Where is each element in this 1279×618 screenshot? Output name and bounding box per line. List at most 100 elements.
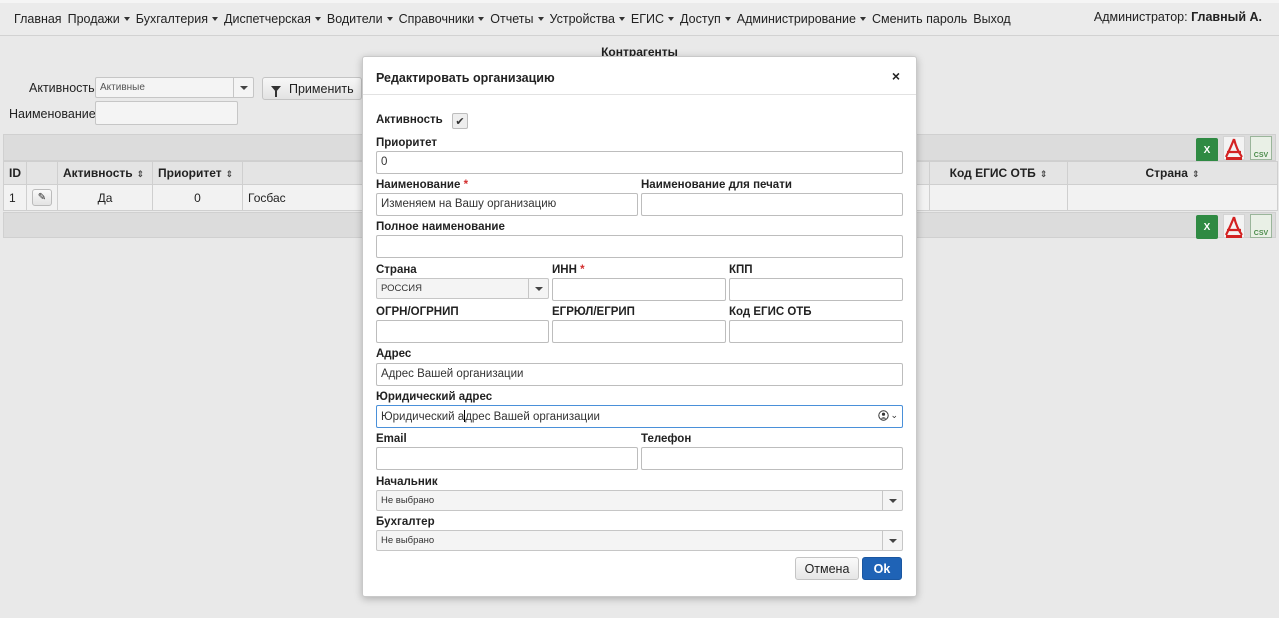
country-value: РОССИЯ: [381, 283, 422, 294]
legal-address-text-end: дрес Вашей организации: [465, 411, 600, 423]
excel-export-icon[interactable]: X: [1196, 138, 1218, 162]
name-label: Наименование *: [376, 179, 468, 191]
kpp-label: КПП: [729, 264, 753, 276]
chief-label: Начальник: [376, 476, 438, 488]
ok-button[interactable]: Ok: [862, 557, 902, 580]
chevron-down-icon: [882, 531, 902, 550]
column-header-id[interactable]: ID: [3, 161, 27, 185]
menu-devices[interactable]: Устройства: [550, 12, 625, 26]
checkmark-icon: ✔: [455, 115, 465, 128]
excel-export-label: X: [1203, 221, 1211, 233]
cell-egis: [929, 184, 1068, 211]
csv-export-label: CSV: [1253, 230, 1269, 237]
active-label: Активность: [376, 114, 443, 126]
menu-sales-label: Продажи: [67, 12, 120, 26]
column-header-actions: [26, 161, 58, 185]
menu-change-password[interactable]: Сменить пароль: [872, 12, 967, 26]
filter-activity-select[interactable]: Активные: [95, 77, 254, 98]
caret-down-icon: [537, 17, 544, 21]
menu-administration-label: Администрирование: [736, 12, 856, 26]
menu-egis-label: ЕГИС: [630, 12, 665, 26]
egis-label: Код ЕГИС ОТБ: [729, 306, 812, 318]
column-header-activity[interactable]: Активность ⇕: [57, 161, 153, 185]
phone-input[interactable]: [641, 447, 903, 470]
cancel-button[interactable]: Отмена: [795, 557, 859, 580]
sort-icon: ⇕: [1039, 169, 1048, 179]
column-header-id-label: ID: [9, 166, 21, 180]
close-icon[interactable]: ×: [892, 68, 900, 84]
chevron-down-icon: [528, 279, 548, 298]
column-header-country-label: Страна: [1145, 166, 1188, 180]
edit-icon[interactable]: ✎: [32, 189, 52, 206]
menu-drivers[interactable]: Водители: [327, 12, 393, 26]
egis-input[interactable]: [729, 320, 903, 343]
legal-address-input[interactable]: Юридический адрес Вашей организации ⌄: [376, 405, 903, 428]
dialog-header: Редактировать организацию ×: [363, 57, 916, 95]
sort-icon: ⇕: [1191, 169, 1200, 179]
cell-actions: ✎: [26, 184, 58, 211]
chief-select[interactable]: Не выбрано: [376, 490, 903, 511]
column-header-priority-label: Приоритет: [158, 166, 222, 180]
kpp-input[interactable]: [729, 278, 903, 301]
address-input[interactable]: Адрес Вашей организации: [376, 363, 903, 386]
filter-icon: [271, 85, 281, 97]
required-mark: *: [463, 179, 469, 191]
caret-down-icon: [618, 17, 625, 21]
csv-export-icon[interactable]: CSV: [1250, 214, 1272, 238]
menu-administration[interactable]: Администрирование: [737, 12, 866, 26]
filter-name-label: Наименование: [9, 107, 96, 121]
menu-home-label: Главная: [14, 12, 62, 26]
legal-address-label: Юридический адрес: [376, 391, 493, 403]
active-checkbox[interactable]: ✔: [452, 113, 468, 129]
menu-access-label: Доступ: [680, 12, 721, 26]
inn-input[interactable]: [552, 278, 726, 301]
address-label: Адрес: [376, 348, 412, 360]
print-name-input[interactable]: [641, 193, 903, 216]
menu-access[interactable]: Доступ: [680, 12, 731, 26]
dialog-title: Редактировать организацию: [376, 71, 555, 85]
csv-export-label: CSV: [1253, 152, 1269, 159]
menu-sales[interactable]: Продажи: [68, 12, 130, 26]
chevron-down-icon: [233, 78, 253, 97]
csv-export-icon[interactable]: CSV: [1250, 136, 1272, 160]
egrul-input[interactable]: [552, 320, 726, 343]
menu-references-label: Справочники: [398, 12, 475, 26]
full-name-input[interactable]: [376, 235, 903, 258]
menu-home[interactable]: Главная: [14, 12, 62, 26]
menu-egis[interactable]: ЕГИС: [630, 12, 675, 26]
menu-dispatch[interactable]: Диспетчерская: [224, 12, 321, 26]
name-input[interactable]: Изменяем на Вашу организацию: [376, 193, 638, 216]
pdf-export-icon[interactable]: [1223, 136, 1245, 160]
pdf-export-icon[interactable]: [1223, 214, 1245, 238]
top-navbar: Главная Продажи Бухгалтерия Диспетчерска…: [0, 0, 1279, 36]
accountant-select[interactable]: Не выбрано: [376, 530, 903, 551]
excel-export-icon[interactable]: X: [1196, 215, 1218, 239]
menu-reports[interactable]: Отчеты: [490, 12, 544, 26]
menu-change-password-label: Сменить пароль: [871, 12, 968, 26]
email-input[interactable]: [376, 447, 638, 470]
column-header-egis-label: Код ЕГИС ОТБ: [949, 166, 1036, 180]
caret-down-icon: [386, 17, 393, 21]
column-header-country[interactable]: Страна ⇕: [1067, 161, 1278, 185]
ogrn-input[interactable]: [376, 320, 549, 343]
country-select[interactable]: РОССИЯ: [376, 278, 549, 299]
menu-devices-label: Устройства: [549, 12, 615, 26]
email-label: Email: [376, 433, 407, 445]
column-header-egis[interactable]: Код ЕГИС ОТБ ⇕: [929, 161, 1068, 185]
menu-accounting[interactable]: Бухгалтерия: [136, 12, 218, 26]
accountant-label: Бухгалтер: [376, 516, 435, 528]
edit-organization-dialog: Редактировать организацию × Активность ✔…: [362, 56, 917, 597]
menu-references[interactable]: Справочники: [399, 12, 485, 26]
name-label-text: Наименование: [376, 179, 461, 191]
egrul-label: ЕГРЮЛ/ЕГРИП: [552, 306, 635, 318]
column-header-priority[interactable]: Приоритет ⇕: [152, 161, 243, 185]
cell-priority: 0: [152, 184, 243, 211]
autofill-icon[interactable]: ⌄: [878, 410, 898, 421]
menu-logout[interactable]: Выход: [973, 12, 1010, 26]
priority-input[interactable]: 0: [376, 151, 903, 174]
apply-filter-button[interactable]: Применить: [262, 77, 362, 100]
pdf-glyph: [1225, 216, 1243, 238]
inn-label-text: ИНН: [552, 264, 577, 276]
user-name: Главный А.: [1191, 10, 1262, 24]
filter-name-input[interactable]: [95, 101, 238, 125]
